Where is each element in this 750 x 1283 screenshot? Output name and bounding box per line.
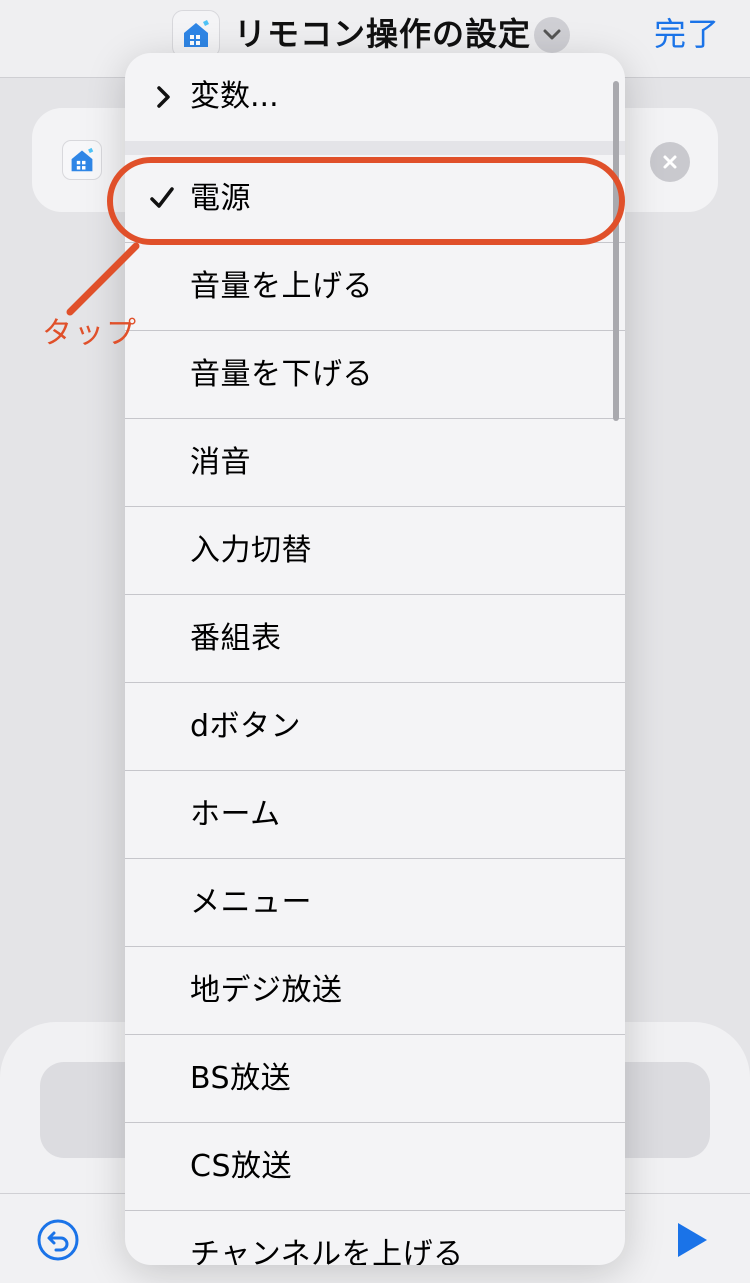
menu-item-terrestrial[interactable]: 地デジ放送 <box>125 947 625 1035</box>
close-icon[interactable] <box>650 142 690 182</box>
chevron-down-icon[interactable] <box>534 17 570 53</box>
menu-item-channel-up[interactable]: チャンネルを上げる <box>125 1211 625 1265</box>
annotation-highlight <box>107 157 625 245</box>
menu-item-label: 地デジ放送 <box>190 973 343 1008</box>
menu-item-label: ホーム <box>190 797 281 832</box>
menu-item-label: 音量を下げる <box>190 357 373 392</box>
menu-item-d-button[interactable]: dボタン <box>125 683 625 771</box>
menu-item-label: メニュー <box>190 885 312 920</box>
menu-item-label: CS放送 <box>190 1149 292 1184</box>
menu-item-input[interactable]: 入力切替 <box>125 507 625 595</box>
menu-item-label: 変数... <box>190 79 279 114</box>
menu-item-guide[interactable]: 番組表 <box>125 595 625 683</box>
menu-item-label: 入力切替 <box>190 533 312 568</box>
home-app-icon[interactable] <box>172 10 220 58</box>
menu-separator <box>125 141 625 155</box>
menu-item-volume-down[interactable]: 音量を下げる <box>125 331 625 419</box>
scrollbar[interactable] <box>613 81 619 421</box>
menu-item-label: チャンネルを上げる <box>190 1237 464 1265</box>
menu-item-variables[interactable]: 変数... <box>125 53 625 141</box>
menu-list: 電源 音量を上げる 音量を下げる 消音 入力切替 番組表 dボタン ホーム メニ… <box>125 155 625 1265</box>
menu-item-home[interactable]: ホーム <box>125 771 625 859</box>
menu-item-label: BS放送 <box>190 1061 292 1096</box>
chevron-right-icon <box>157 86 170 108</box>
menu-item-label: 音量を上げる <box>190 269 373 304</box>
play-icon[interactable] <box>672 1218 712 1262</box>
menu-item-cs[interactable]: CS放送 <box>125 1123 625 1211</box>
menu-item-label: 消音 <box>190 445 251 480</box>
menu-item-menu[interactable]: メニュー <box>125 859 625 947</box>
undo-icon[interactable] <box>36 1218 80 1262</box>
annotation-label: タップ <box>42 316 138 351</box>
menu-item-bs[interactable]: BS放送 <box>125 1035 625 1123</box>
menu-item-label: dボタン <box>190 709 302 744</box>
home-app-icon <box>62 140 102 180</box>
menu-item-volume-up[interactable]: 音量を上げる <box>125 243 625 331</box>
menu-item-label: 番組表 <box>190 621 282 656</box>
done-button[interactable]: 完了 <box>654 12 720 56</box>
page-title: リモコン操作の設定 <box>234 15 532 53</box>
menu-item-mute[interactable]: 消音 <box>125 419 625 507</box>
